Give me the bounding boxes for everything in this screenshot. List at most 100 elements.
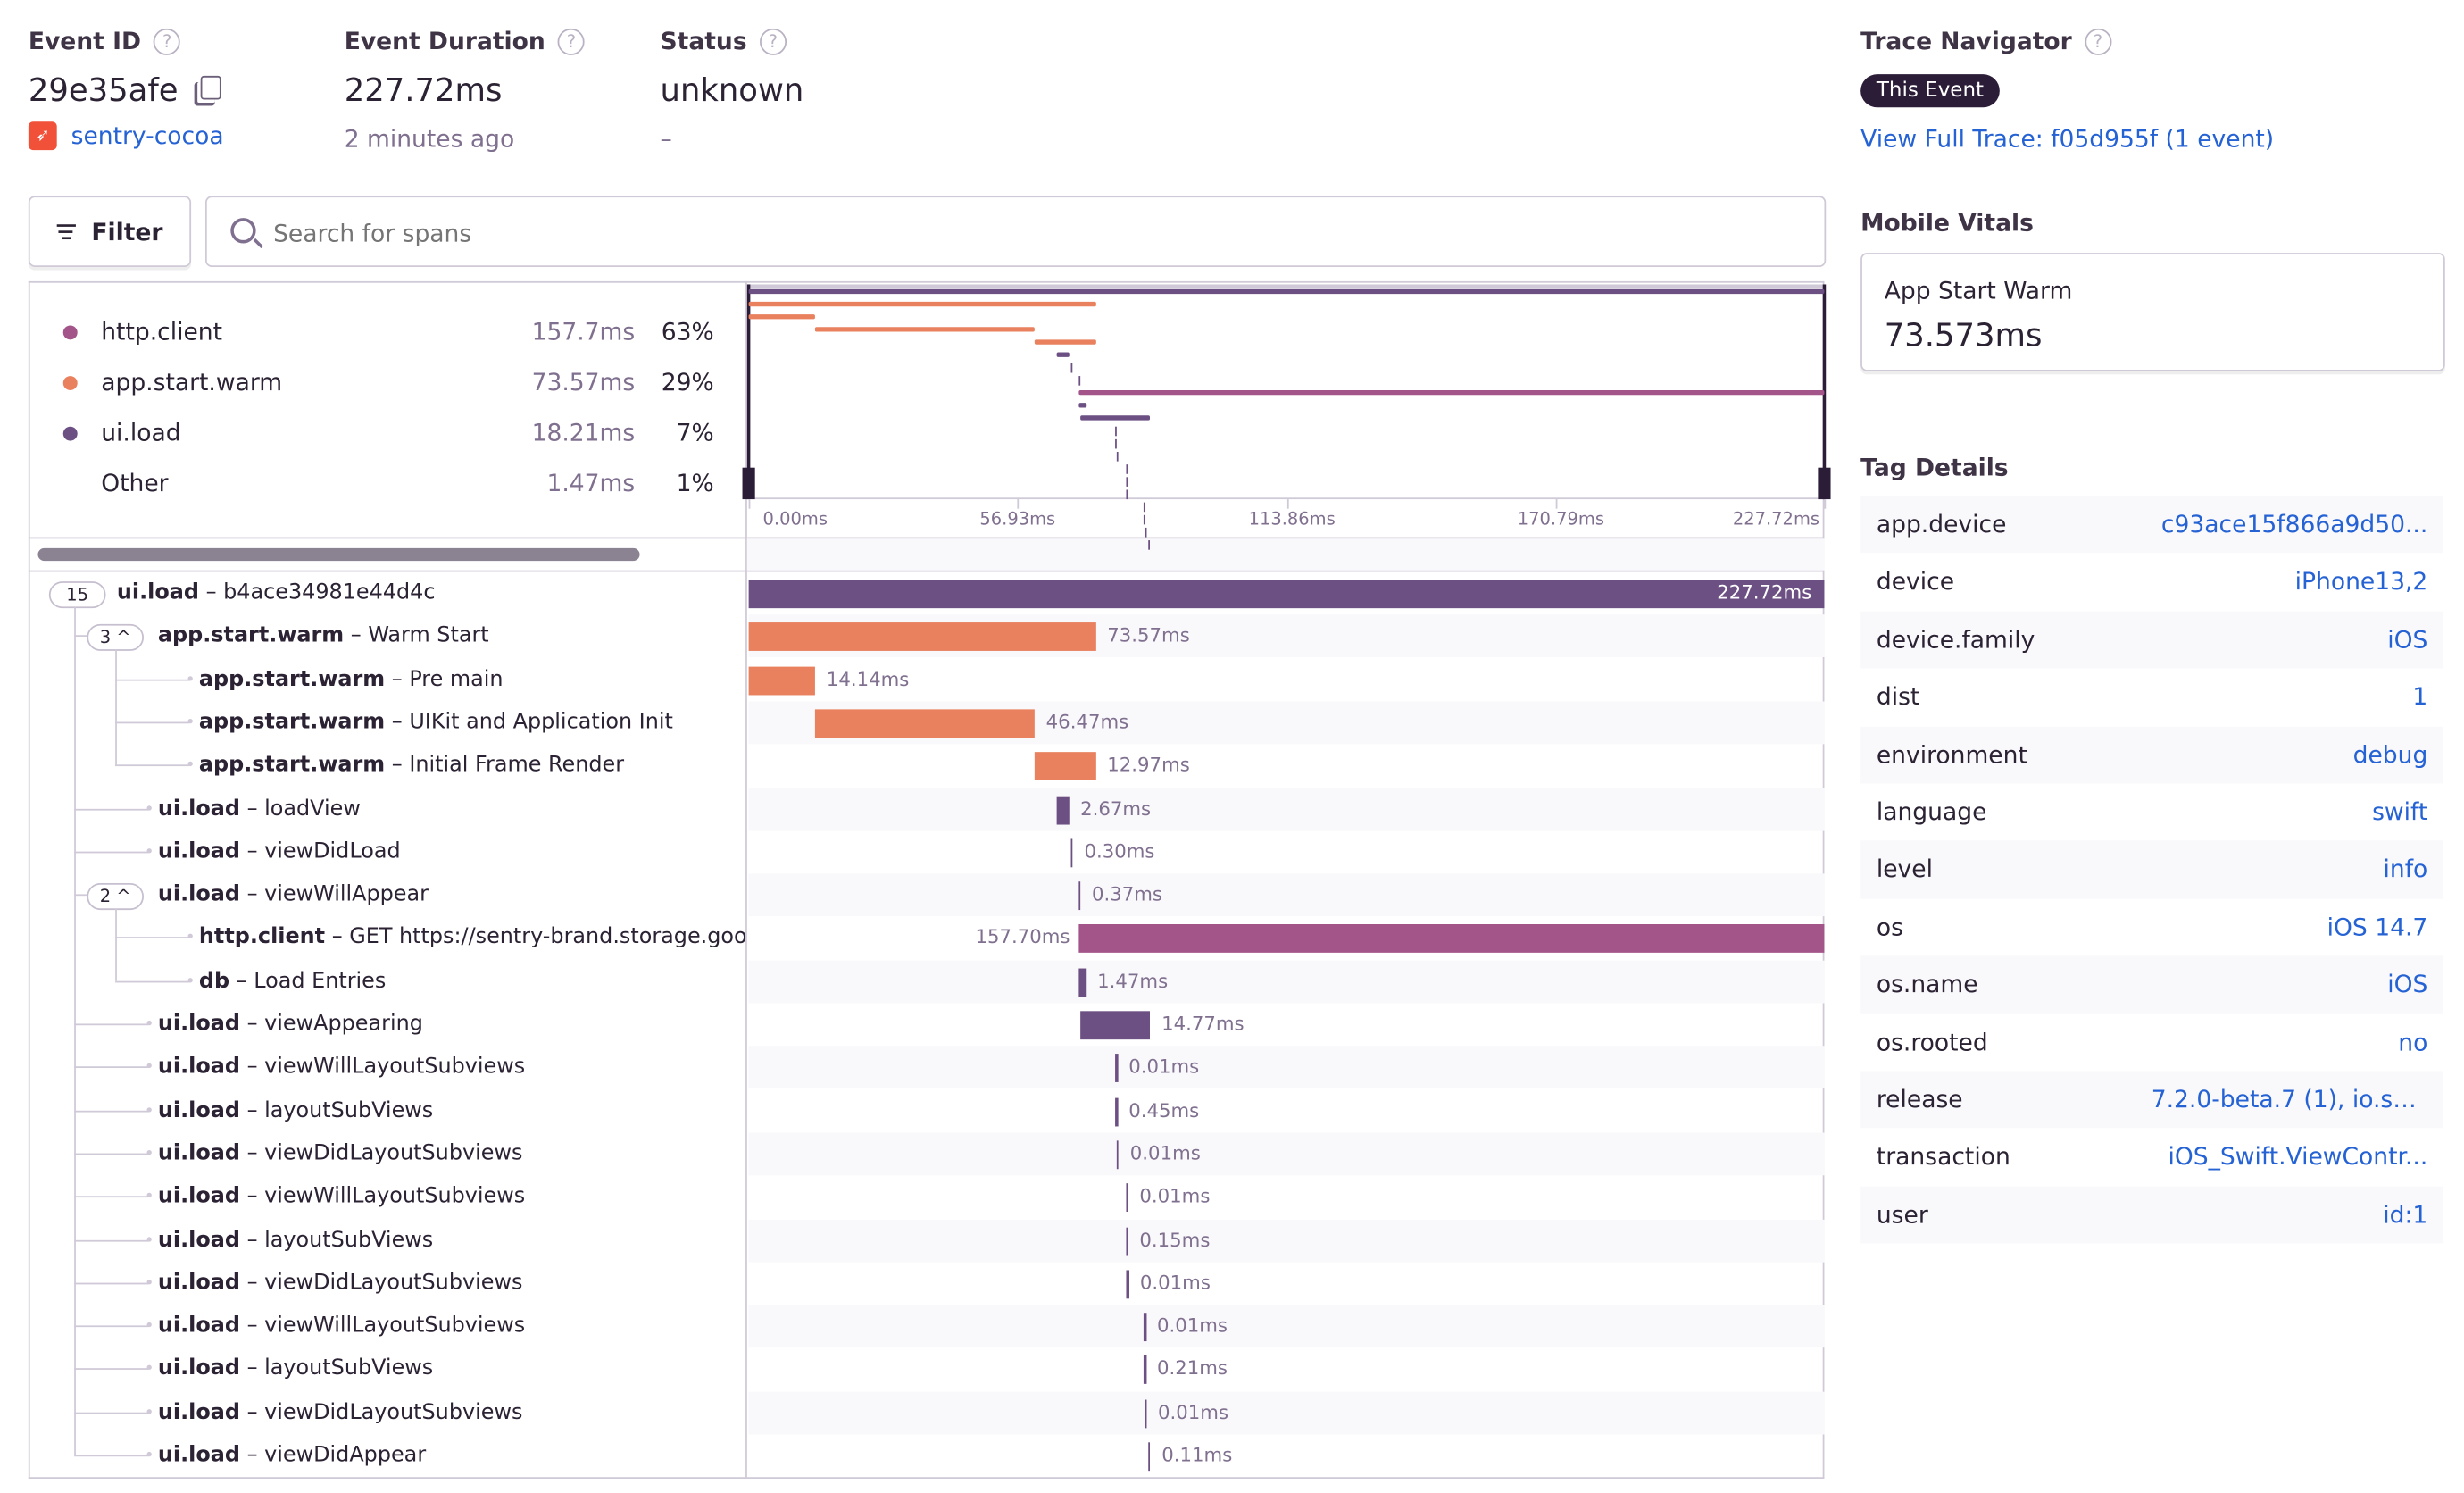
span-waterfall[interactable]: 12.97ms <box>749 745 1825 788</box>
span-waterfall[interactable]: 1.47ms <box>748 960 1825 1003</box>
span-waterfall[interactable]: 0.21ms <box>749 1348 1825 1391</box>
span-label[interactable]: ui.load – layoutSubViews <box>158 1089 745 1132</box>
span-row[interactable]: ui.load – viewWillLayoutSubviews 0.01ms <box>31 1046 1825 1089</box>
span-row[interactable]: app.start.warm – Warm Start 3 ^ 73.57ms <box>31 614 1825 658</box>
tag-row[interactable]: dist 1 <box>1860 669 2443 726</box>
span-waterfall[interactable]: 227.72ms <box>748 571 1825 614</box>
span-waterfall[interactable]: 0.01ms <box>748 1046 1825 1089</box>
span-row[interactable]: app.start.warm – UIKit and Application I… <box>31 701 1825 745</box>
span-row[interactable]: ui.load – viewDidLayoutSubviews 0.01ms <box>31 1132 1825 1176</box>
span-label[interactable]: ui.load – viewWillLayoutSubviews <box>158 1176 745 1219</box>
span-row[interactable]: ui.load – viewDidLayoutSubviews 0.01ms <box>31 1262 1824 1305</box>
filter-button[interactable]: Filter <box>28 196 192 267</box>
vital-card[interactable]: App Start Warm 73.573ms <box>1860 253 2445 371</box>
legend-row[interactable]: app.start.warm 73.57ms 29% <box>62 357 714 408</box>
span-label[interactable]: app.start.warm – Initial Frame Render <box>199 745 745 788</box>
tag-row[interactable]: os.name iOS <box>1860 955 2443 1014</box>
tag-value-link[interactable]: iOS 14.7 <box>2327 898 2428 955</box>
minimap-right-handle[interactable] <box>1818 467 1831 500</box>
child-count-toggle[interactable]: 15 <box>48 581 106 609</box>
legend-row[interactable]: http.client 157.7ms 63% <box>62 306 714 357</box>
span-bar[interactable] <box>1144 1398 1147 1428</box>
span-row[interactable]: ui.load – layoutSubViews 0.15ms <box>31 1218 1825 1262</box>
span-waterfall[interactable]: 0.11ms <box>749 1434 1825 1477</box>
span-row[interactable]: ui.load – viewWillLayoutSubviews 0.01ms <box>31 1176 1824 1219</box>
span-row[interactable]: ui.load – loadView 2.67ms <box>31 787 1825 830</box>
span-row[interactable]: ui.load – b4ace34981e44d4c 15 227.72ms <box>31 571 1825 614</box>
minimap-left-handle[interactable] <box>742 467 755 500</box>
span-row[interactable]: ui.load – viewDidLoad 0.30ms <box>31 830 1824 873</box>
tag-row[interactable]: transaction iOS_Swift.ViewContr... <box>1860 1129 2443 1186</box>
span-label[interactable]: ui.load – viewDidLayoutSubviews <box>158 1391 745 1434</box>
help-icon[interactable]: ? <box>154 28 181 55</box>
child-count-toggle[interactable]: 2 ^ <box>87 883 144 911</box>
span-row[interactable]: http.client – GET https://sentry-brand.s… <box>31 917 1825 960</box>
tag-value-link[interactable]: no <box>2398 1013 2427 1071</box>
tag-value-link[interactable]: swift <box>2372 784 2427 841</box>
span-bar[interactable] <box>1035 752 1096 781</box>
span-bar[interactable] <box>1126 1183 1129 1213</box>
tag-row[interactable]: user id:1 <box>1860 1186 2443 1244</box>
tag-row[interactable]: device.family iOS <box>1860 611 2443 669</box>
project-name[interactable]: sentry-cocoa <box>71 121 224 150</box>
legend-op[interactable]: app.start.warm <box>101 368 477 396</box>
tag-value-link[interactable]: id:1 <box>2383 1186 2427 1243</box>
span-waterfall[interactable]: 0.37ms <box>748 873 1825 917</box>
span-bar[interactable] <box>748 580 1825 609</box>
tag-value-link[interactable]: iPhone13,2 <box>2295 554 2428 611</box>
span-label[interactable]: ui.load – b4ace34981e44d4c <box>117 571 745 614</box>
span-label[interactable]: app.start.warm – UIKit and Application I… <box>199 701 745 744</box>
span-bar[interactable] <box>1126 1270 1129 1298</box>
span-bar[interactable] <box>1079 924 1825 954</box>
span-bar[interactable] <box>1115 1097 1118 1126</box>
span-row[interactable]: ui.load – viewDidLayoutSubviews 0.01ms <box>31 1391 1825 1434</box>
span-row[interactable]: ui.load – layoutSubViews 0.21ms <box>31 1348 1824 1391</box>
tag-row[interactable]: os.rooted no <box>1860 1013 2443 1071</box>
span-label[interactable]: app.start.warm – Warm Start <box>158 615 745 658</box>
tag-value-link[interactable]: iOS <box>2387 611 2427 668</box>
span-bar[interactable] <box>1078 881 1081 911</box>
child-count-toggle[interactable]: 3 ^ <box>87 624 144 652</box>
span-label[interactable]: ui.load – viewDidLayoutSubviews <box>158 1132 745 1175</box>
tag-row[interactable]: release 7.2.0-beta.7 (1), io.se... <box>1860 1071 2443 1129</box>
project-link[interactable]: ➶ sentry-cocoa <box>28 121 224 151</box>
span-waterfall[interactable]: 46.47ms <box>748 701 1825 745</box>
tag-value-link[interactable]: info <box>2384 841 2428 898</box>
span-row[interactable]: app.start.warm – Pre main 14.14ms <box>31 658 1824 701</box>
span-bar[interactable] <box>1080 1011 1151 1040</box>
span-bar[interactable] <box>1056 795 1070 824</box>
span-label[interactable]: ui.load – viewWillLayoutSubviews <box>158 1047 745 1089</box>
help-icon[interactable]: ? <box>557 28 586 55</box>
span-waterfall[interactable]: 14.77ms <box>749 1003 1825 1046</box>
span-bar[interactable] <box>748 665 816 695</box>
span-label[interactable]: ui.load – viewWillAppear <box>158 874 745 917</box>
legend-op[interactable]: Other <box>101 469 477 497</box>
span-label[interactable]: app.start.warm – Pre main <box>199 658 745 701</box>
span-waterfall[interactable]: 2.67ms <box>748 787 1825 830</box>
tag-value-link[interactable]: 7.2.0-beta.7 (1), io.se... <box>2152 1072 2428 1129</box>
help-icon[interactable]: ? <box>759 28 787 55</box>
legend-row[interactable]: ui.load 18.21ms 7% <box>62 407 714 458</box>
tag-row[interactable]: app.device c93ace15f866a9d50... <box>1860 496 2443 554</box>
span-label[interactable]: ui.load – viewDidLayoutSubviews <box>158 1262 745 1305</box>
search-input[interactable] <box>270 213 1698 254</box>
span-bar[interactable] <box>748 622 1096 652</box>
horizontal-scrollbar[interactable] <box>37 547 640 562</box>
span-bar[interactable] <box>1143 1313 1146 1342</box>
span-waterfall[interactable]: 0.01ms <box>749 1176 1825 1219</box>
copy-icon[interactable] <box>200 75 221 100</box>
span-bar[interactable] <box>1070 838 1074 867</box>
span-label[interactable]: ui.load – viewDidAppear <box>158 1434 745 1477</box>
span-bar[interactable] <box>1126 1226 1129 1255</box>
legend-op[interactable]: ui.load <box>101 419 477 447</box>
span-waterfall[interactable]: 0.01ms <box>748 1391 1825 1434</box>
tag-row[interactable]: level info <box>1860 840 2443 899</box>
span-row[interactable]: ui.load – viewWillLayoutSubviews 0.01ms <box>31 1305 1825 1348</box>
span-bar[interactable] <box>1115 1054 1118 1083</box>
span-row[interactable]: ui.load – layoutSubViews 0.45ms <box>31 1089 1824 1132</box>
tag-value-link[interactable]: c93ace15f866a9d50... <box>2161 496 2427 554</box>
span-row[interactable]: db – Load Entries 1.47ms <box>31 960 1825 1003</box>
span-bar[interactable] <box>1143 1355 1146 1385</box>
span-label[interactable]: http.client – GET https://sentry-brand.s… <box>199 917 745 960</box>
span-label[interactable]: ui.load – layoutSubViews <box>158 1348 745 1391</box>
